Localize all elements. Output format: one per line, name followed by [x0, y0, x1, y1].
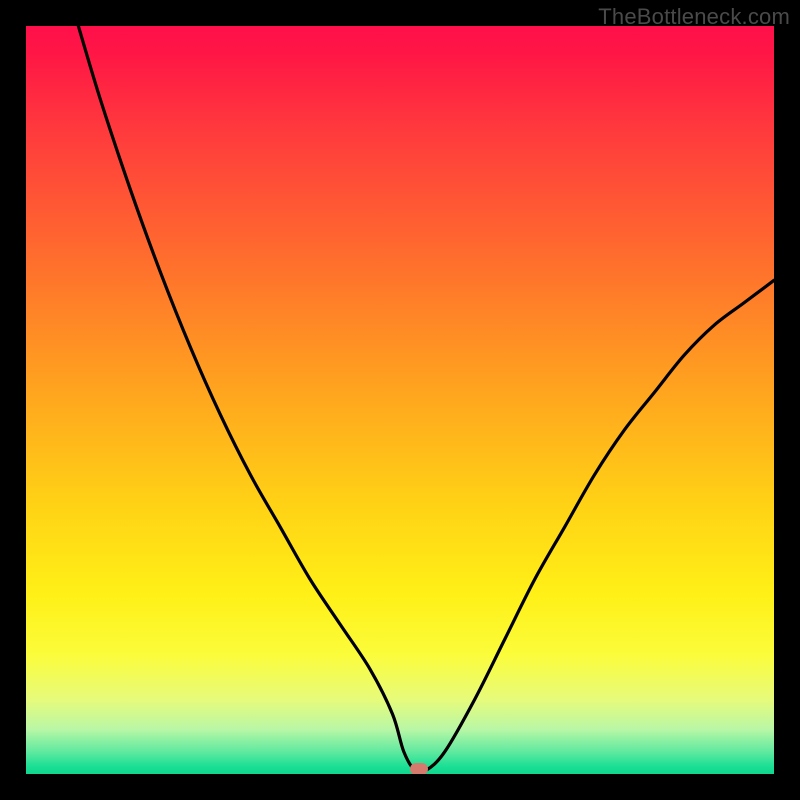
bottleneck-curve	[26, 26, 774, 774]
plot-area	[26, 26, 774, 774]
curve-path	[78, 26, 774, 773]
watermark-text: TheBottleneck.com	[598, 4, 790, 30]
minimum-marker	[410, 763, 428, 774]
chart-frame: TheBottleneck.com	[0, 0, 800, 800]
